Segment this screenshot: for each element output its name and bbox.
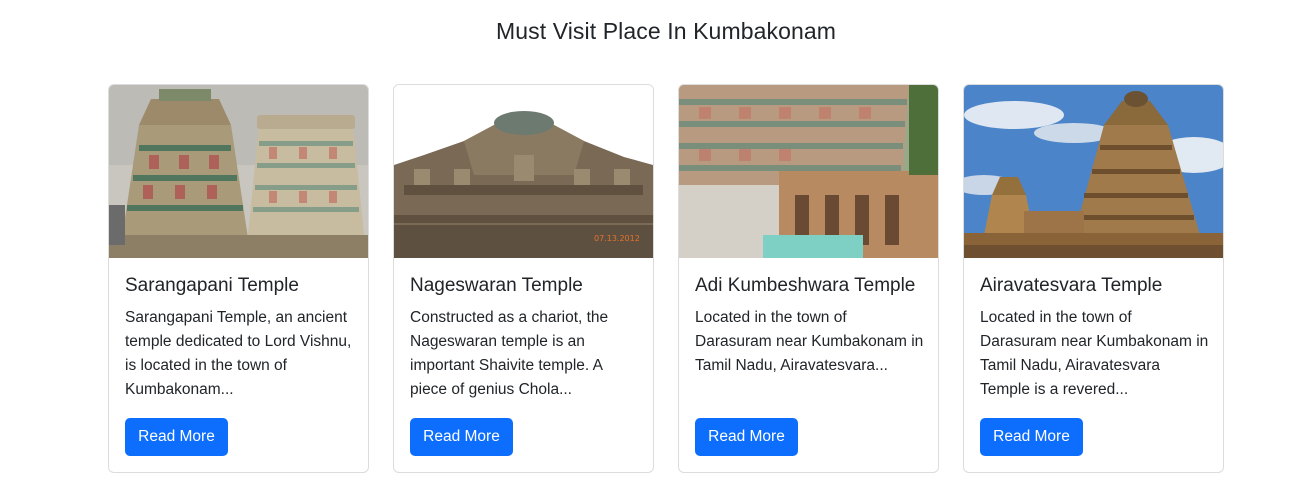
read-more-button[interactable]: Read More (980, 418, 1083, 456)
card-text: Sarangapani Temple, an ancient temple de… (125, 309, 352, 398)
card-image (679, 85, 938, 258)
card-grid: Sarangapani Temple Sarangapani Temple, a… (108, 84, 1224, 473)
temple-photo-adi-kumbeshwara (679, 85, 938, 258)
temple-photo-airavatesvara (964, 85, 1223, 258)
card-title: Sarangapani Temple (125, 275, 299, 296)
card-title: Airavatesvara Temple (980, 275, 1163, 296)
card-image (964, 85, 1223, 258)
card-body: Nageswaran Temple Constructed as a chari… (410, 274, 639, 402)
card-body: Sarangapani Temple Sarangapani Temple, a… (125, 274, 354, 402)
card-body: Adi Kumbeshwara Temple Located in the to… (695, 274, 924, 378)
card-title: Nageswaran Temple (410, 275, 583, 296)
read-more-button[interactable]: Read More (125, 418, 228, 456)
temple-photo-sarangapani (109, 85, 368, 258)
card-body: Airavatesvara Temple Located in the town… (980, 274, 1209, 402)
card-image (109, 85, 368, 258)
read-more-button[interactable]: Read More (410, 418, 513, 456)
card-image: 07.13.2012 (394, 85, 653, 258)
card-nageswaran: 07.13.2012 Nageswaran Temple Constructed… (393, 84, 654, 473)
temple-photo-nageswaran: 07.13.2012 (394, 85, 653, 258)
read-more-button[interactable]: Read More (695, 418, 798, 456)
page-title: Must Visit Place In Kumbakonam (495, 18, 837, 44)
card-text: Constructed as a chariot, the Nageswaran… (410, 309, 609, 398)
card-sarangapani: Sarangapani Temple Sarangapani Temple, a… (108, 84, 369, 473)
card-text: Located in the town of Darasuram near Ku… (980, 309, 1209, 398)
svg-text:07.13.2012: 07.13.2012 (594, 234, 640, 243)
card-airavatesvara: Airavatesvara Temple Located in the town… (963, 84, 1224, 473)
card-adi-kumbeshwara: Adi Kumbeshwara Temple Located in the to… (678, 84, 939, 473)
card-title: Adi Kumbeshwara Temple (695, 275, 916, 296)
card-text: Located in the town of Darasuram near Ku… (695, 309, 924, 374)
